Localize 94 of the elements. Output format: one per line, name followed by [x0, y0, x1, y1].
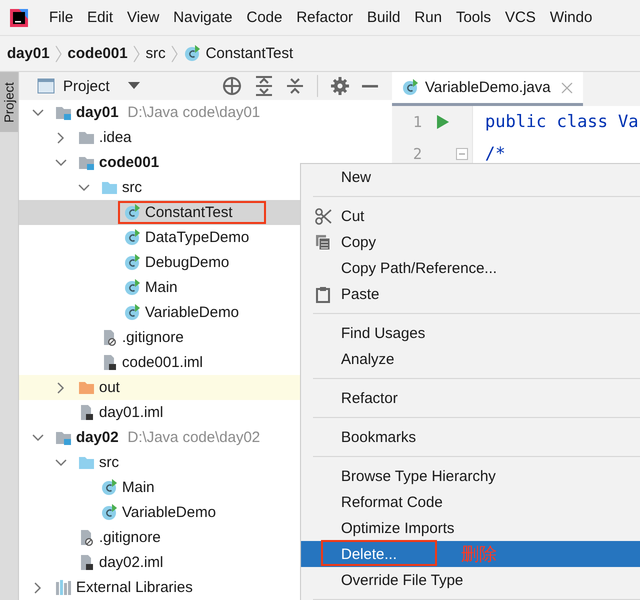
minimize-icon: [362, 84, 378, 88]
menu-item[interactable]: Edit: [87, 9, 114, 26]
tree-item-label: DataTypeDemo: [145, 229, 250, 246]
class-icon: [101, 504, 118, 521]
tree-item-label: DebugDemo: [145, 254, 230, 271]
tree-item-label: .gitignore: [122, 329, 184, 346]
tree-item-label: day02.iml: [99, 554, 164, 571]
menu-item[interactable]: Bookmarks: [301, 424, 640, 450]
line-number: 1: [412, 113, 422, 131]
folder-icon: [78, 154, 95, 171]
tree-item-label: Main: [122, 479, 155, 496]
crosshair-icon: [222, 76, 242, 96]
editor-tab[interactable]: VariableDemo.java: [392, 72, 583, 106]
menu-item[interactable]: Reformat Code: [301, 489, 640, 515]
chevron-icon: [132, 44, 141, 62]
folder-icon: [78, 129, 95, 146]
folder-icon: [78, 379, 95, 396]
menu-item[interactable]: Analyze: [301, 346, 640, 372]
code-line: /*: [485, 144, 506, 164]
menu-item[interactable]: Optimize Imports: [301, 515, 640, 541]
breadcrumb[interactable]: day01: [7, 45, 50, 62]
menu-item[interactable]: New: [301, 164, 640, 190]
class-icon: [124, 254, 141, 271]
settings-icon: [330, 77, 349, 95]
module-path: D:\Java code\day02: [128, 429, 260, 446]
tree-item-label: code001.iml: [122, 354, 203, 371]
breadcrumb[interactable]: code001: [68, 45, 128, 62]
class-icon: [124, 279, 141, 296]
annotation-text: 删除: [460, 543, 497, 566]
tree-item-label: code001: [99, 154, 160, 171]
side-tab[interactable]: Project: [0, 72, 18, 132]
tree-row[interactable]: .idea: [19, 125, 392, 150]
menu-item[interactable]: Navigate: [173, 9, 232, 26]
menu-item[interactable]: Copy: [301, 229, 640, 255]
menu-item[interactable]: Build: [367, 9, 400, 26]
module-path: D:\Java code\day01: [128, 104, 260, 121]
tree-item-label: VariableDemo: [122, 504, 216, 521]
copy-icon: [314, 234, 332, 250]
close-icon: [560, 82, 573, 94]
tree-item-label: day02: [76, 429, 119, 446]
menu-item[interactable]: File: [49, 9, 74, 26]
ignored-file-icon: [78, 529, 95, 546]
tree-item-label: out: [99, 379, 120, 396]
chevron-icon: [54, 44, 63, 62]
class-icon: [124, 204, 141, 221]
code-line: public class Va: [485, 112, 639, 132]
expand-all-icon: [254, 76, 273, 96]
tree-item-label: VariableDemo: [145, 304, 239, 321]
chevron-icon: [170, 44, 179, 62]
scissors-icon: [314, 208, 332, 224]
menu-item[interactable]: Windo: [550, 9, 592, 26]
tree-row[interactable]: day01 D:\Java code\day01: [19, 100, 392, 125]
class-icon: [124, 304, 141, 321]
tree-item-label: Main: [145, 279, 178, 296]
menu-item[interactable]: Tools: [456, 9, 491, 26]
tree-item-label: day01.iml: [99, 404, 164, 421]
tree-item-label: External Libraries: [76, 579, 193, 596]
folder-icon: [55, 429, 72, 446]
class-icon: [124, 229, 141, 246]
menu-item[interactable]: Override File Type: [301, 567, 640, 593]
menu-item[interactable]: Code: [246, 9, 282, 26]
line-number: 2: [412, 145, 422, 163]
panel-title[interactable]: Project: [63, 78, 110, 94]
tree-item-label: ConstantTest: [145, 204, 233, 221]
class-icon: [184, 45, 201, 62]
menu-item[interactable]: Copy Path/Reference...: [301, 255, 640, 281]
tree-item-label: src: [99, 454, 119, 471]
menu-item[interactable]: VCS: [504, 9, 536, 26]
breadcrumb[interactable]: ConstantTest: [206, 45, 294, 62]
clipboard-icon: [314, 286, 332, 302]
tree-item-label: .idea: [99, 129, 132, 146]
menu-item[interactable]: View: [127, 9, 160, 26]
tree-item-label: .gitignore: [99, 529, 161, 546]
menu-item[interactable]: Run: [414, 9, 442, 26]
menu-item[interactable]: Refactor: [296, 9, 354, 26]
library-icon: [55, 579, 72, 596]
menu-item[interactable]: Browse Type Hierarchy: [301, 463, 640, 489]
breadcrumb[interactable]: src: [146, 45, 166, 62]
app-logo-icon: [10, 8, 28, 26]
folder-icon: [101, 179, 118, 196]
collapse-all-icon: [286, 76, 304, 96]
window-icon: [37, 78, 55, 94]
module-file-icon: [78, 404, 95, 421]
folder-icon: [55, 104, 72, 121]
dropdown-icon: [128, 82, 140, 90]
class-icon: [402, 79, 419, 96]
ignored-file-icon: [101, 329, 118, 346]
tree-item-label: src: [122, 179, 142, 196]
class-icon: [101, 479, 118, 496]
module-file-icon: [101, 354, 118, 371]
tree-item-label: day01: [76, 104, 119, 121]
module-file-icon: [78, 554, 95, 571]
folder-icon: [78, 454, 95, 471]
menu-item[interactable]: Delete... 删除: [301, 541, 640, 567]
